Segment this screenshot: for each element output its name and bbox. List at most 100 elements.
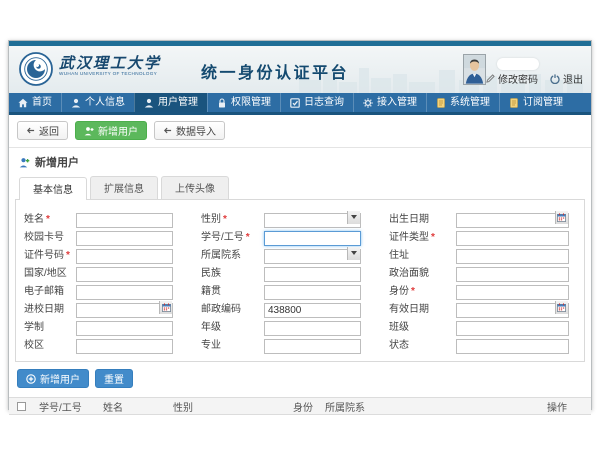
logout-link[interactable]: 退出 bbox=[550, 71, 583, 86]
ethnicity-label: 民族 bbox=[176, 264, 264, 279]
postal-code-input[interactable] bbox=[264, 303, 361, 318]
column-header-student-id: 学号/工号 bbox=[33, 399, 97, 414]
field-label-text: 民族 bbox=[201, 268, 221, 279]
native-place-field bbox=[264, 282, 361, 297]
country-field bbox=[76, 264, 173, 279]
identity-input[interactable] bbox=[456, 285, 569, 300]
id-type-label: 证件类型* bbox=[364, 228, 456, 243]
address-label: 住址 bbox=[364, 246, 456, 261]
department-field bbox=[264, 246, 361, 261]
enroll-date-calendar-button[interactable] bbox=[159, 301, 172, 314]
gear-icon bbox=[363, 98, 373, 108]
class-input[interactable] bbox=[456, 321, 569, 336]
campus-card-input[interactable] bbox=[76, 231, 173, 246]
valid-date-input[interactable] bbox=[456, 303, 569, 318]
add-user-icon bbox=[84, 126, 94, 136]
university-logo bbox=[19, 52, 53, 86]
data-import-button[interactable]: 数据导入 bbox=[154, 121, 225, 140]
grade-input[interactable] bbox=[264, 321, 361, 336]
birth-date-field bbox=[456, 210, 569, 225]
campus-input[interactable] bbox=[76, 339, 173, 354]
student-id-input[interactable] bbox=[264, 231, 361, 246]
form-tab-upload-avatar[interactable]: 上传头像 bbox=[161, 176, 229, 199]
nav-tab-label: 系统管理 bbox=[450, 93, 490, 112]
identity-label: 身份* bbox=[364, 282, 456, 297]
select-all-checkbox[interactable] bbox=[17, 402, 26, 411]
calendar-icon bbox=[557, 303, 566, 312]
ethnicity-input[interactable] bbox=[264, 267, 361, 282]
field-label-text: 年级 bbox=[201, 322, 221, 333]
political-status-label: 政治面貌 bbox=[364, 264, 456, 279]
power-icon bbox=[550, 74, 560, 84]
student-id-field bbox=[264, 228, 361, 243]
field-label-text: 身份 bbox=[389, 286, 409, 297]
column-header-gender: 性别 bbox=[167, 399, 287, 414]
class-label: 班级 bbox=[364, 318, 456, 333]
column-header-identity: 身份 bbox=[287, 399, 319, 414]
nav-tab-label: 首页 bbox=[32, 93, 52, 112]
email-field bbox=[76, 282, 173, 297]
ethnicity-field bbox=[264, 264, 361, 279]
status-input[interactable] bbox=[456, 339, 569, 354]
country-label: 国家/地区 bbox=[24, 264, 76, 279]
nav-tab-subscriptions[interactable]: 订阅管理 bbox=[499, 93, 572, 112]
back-button[interactable]: 返回 bbox=[17, 121, 68, 140]
school-system-input[interactable] bbox=[76, 321, 173, 336]
email-input[interactable] bbox=[76, 285, 173, 300]
id-type-input[interactable] bbox=[456, 231, 569, 246]
identity-field bbox=[456, 282, 569, 297]
university-name-en: WUHAN UNIVERSITY OF TECHNOLOGY bbox=[59, 72, 157, 77]
field-label-text: 专业 bbox=[201, 340, 221, 351]
id-number-input[interactable] bbox=[76, 249, 173, 264]
enroll-date-label: 进校日期 bbox=[24, 300, 76, 315]
birth-date-input[interactable] bbox=[456, 213, 569, 228]
email-label: 电子邮箱 bbox=[24, 282, 76, 297]
gender-dropdown-button[interactable] bbox=[347, 211, 360, 224]
country-input[interactable] bbox=[76, 267, 173, 282]
reset-button[interactable]: 重置 bbox=[95, 369, 133, 388]
plus-circle-icon bbox=[26, 374, 36, 384]
import-arrow-icon bbox=[163, 126, 172, 135]
form-tab-basic-info[interactable]: 基本信息 bbox=[19, 177, 87, 200]
status-label: 状态 bbox=[364, 336, 456, 351]
form-tab-extended-info[interactable]: 扩展信息 bbox=[90, 176, 158, 199]
nav-tab-permissions[interactable]: 权限管理 bbox=[207, 93, 280, 112]
address-input[interactable] bbox=[456, 249, 569, 264]
name-input[interactable] bbox=[76, 213, 173, 228]
calendar-icon bbox=[557, 213, 566, 222]
field-label-text: 姓名 bbox=[24, 214, 44, 225]
user-avatar bbox=[463, 54, 486, 85]
nav-tab-logs[interactable]: 日志查询 bbox=[280, 93, 353, 112]
section-title: 新增用户 bbox=[35, 154, 79, 170]
nav-tab-access[interactable]: 接入管理 bbox=[353, 93, 426, 112]
nav-tab-label: 日志查询 bbox=[304, 93, 344, 112]
change-password-link[interactable]: 修改密码 bbox=[486, 71, 538, 86]
submit-add-user-button[interactable]: 新增用户 bbox=[17, 369, 89, 388]
section-title-row: 新增用户 bbox=[9, 148, 591, 174]
status-field bbox=[456, 336, 569, 351]
nav-tab-home[interactable]: 首页 bbox=[9, 93, 61, 112]
valid-date-calendar-button[interactable] bbox=[555, 301, 568, 314]
add-user-toolbar-button[interactable]: 新增用户 bbox=[75, 121, 147, 140]
political-status-input[interactable] bbox=[456, 267, 569, 282]
field-label-text: 国家/地区 bbox=[24, 268, 67, 279]
nav-tab-users[interactable]: 用户管理 bbox=[134, 93, 207, 112]
field-label-text: 状态 bbox=[389, 340, 409, 351]
department-dropdown-button[interactable] bbox=[347, 247, 360, 260]
school-system-label: 学制 bbox=[24, 318, 76, 333]
id-number-label: 证件号码* bbox=[24, 246, 76, 261]
address-field bbox=[456, 246, 569, 261]
field-label-text: 校园卡号 bbox=[24, 232, 64, 243]
back-arrow-icon bbox=[26, 126, 35, 135]
native-place-input[interactable] bbox=[264, 285, 361, 300]
required-asterisk: * bbox=[46, 214, 50, 225]
birth-date-calendar-button[interactable] bbox=[555, 211, 568, 224]
user-icon bbox=[144, 98, 154, 108]
nav-tab-system[interactable]: 系统管理 bbox=[426, 93, 499, 112]
major-input[interactable] bbox=[264, 339, 361, 354]
nav-tab-profile[interactable]: 个人信息 bbox=[61, 93, 134, 112]
app-header: 武汉理工大学 WUHAN UNIVERSITY OF TECHNOLOGY 统一… bbox=[9, 46, 591, 93]
calendar-icon bbox=[162, 303, 171, 312]
add-user-section-icon bbox=[19, 157, 30, 168]
back-label: 返回 bbox=[39, 123, 59, 138]
